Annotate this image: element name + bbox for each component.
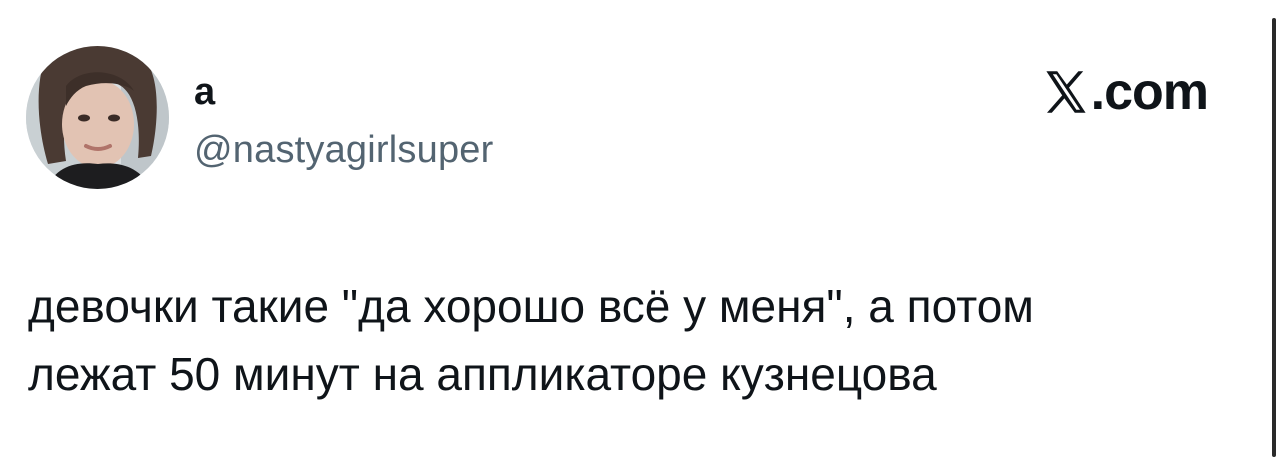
tweet-card: а @nastyagirlsuper .com девочки такие "д… [0,0,1266,457]
profile-photo-icon [26,46,169,189]
tweet-text: девочки такие "да хорошо всё у меня", а … [28,272,1238,408]
logo-suffix-text: .com [1090,63,1209,121]
x-logo-icon [1046,71,1086,113]
edge-divider [1272,18,1276,457]
author-handle[interactable]: @nastyagirlsuper [194,128,493,172]
tweet-text-line: лежат 50 минут на аппликаторе кузнецова [28,348,937,400]
author-display-name[interactable]: а [194,70,215,114]
window-edge [1266,0,1284,457]
tweet-text-line: девочки такие "да хорошо всё у меня", а … [28,280,1034,332]
avatar[interactable] [26,46,169,189]
x-brand-logo: .com [1042,62,1209,122]
